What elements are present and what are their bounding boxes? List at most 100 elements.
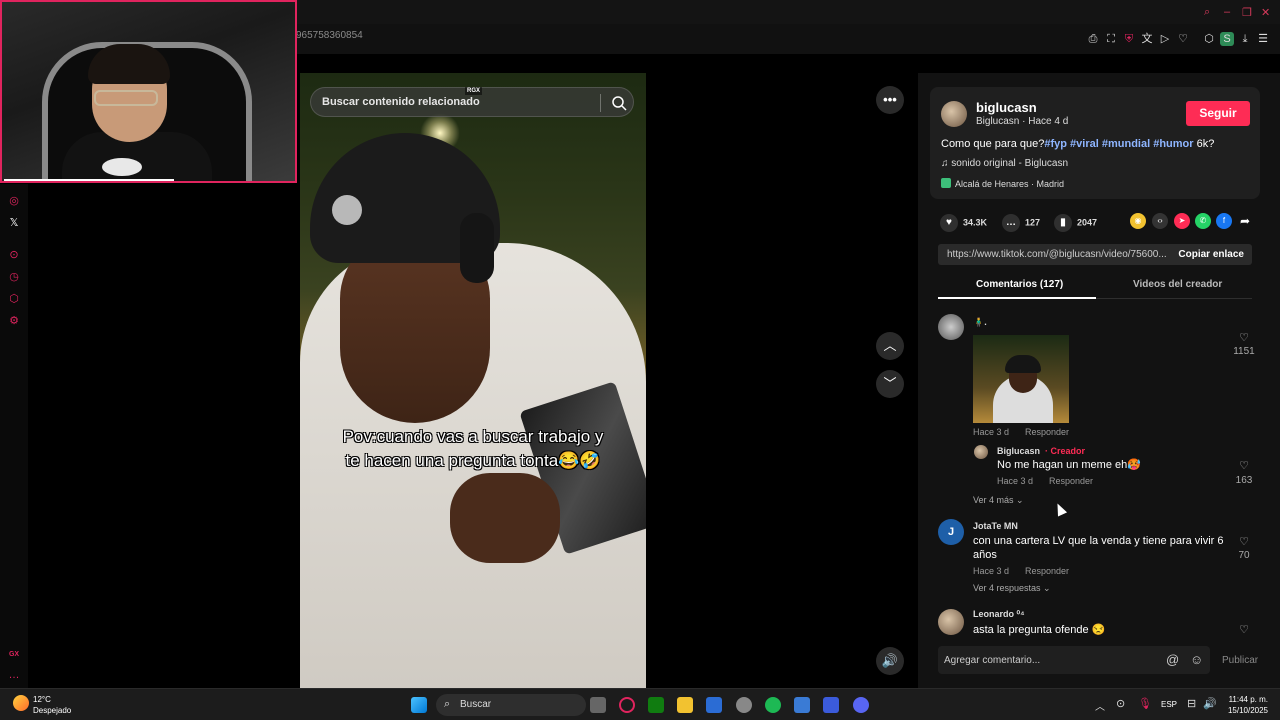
coin-icon[interactable]: ◉ (1130, 213, 1146, 229)
photos-icon[interactable] (794, 697, 810, 713)
post-description: Como que para que?#fyp #viral #mundial #… (941, 138, 1215, 150)
search-icon[interactable]: ⌕ (1204, 6, 1210, 19)
tray-icon[interactable]: ⊙ (1116, 697, 1125, 710)
gx-label[interactable]: GX (7, 648, 21, 662)
hashtag-link[interactable]: #humor (1153, 138, 1193, 150)
clock[interactable]: 11:44 p. m. 15/10/2025 (1228, 694, 1268, 716)
heart-icon[interactable]: ♡ (1234, 459, 1254, 472)
heart-icon[interactable]: ♡ (1176, 32, 1190, 46)
more-options-icon[interactable]: ••• (876, 86, 904, 114)
mention-icon[interactable]: @ (1166, 652, 1179, 667)
send-icon[interactable]: ➤ (1174, 213, 1190, 229)
search-icon[interactable] (610, 94, 628, 112)
comment-input[interactable]: Agregar comentario... @ ☺ (938, 646, 1210, 674)
tray-arrow-icon[interactable]: ︿ (1095, 698, 1105, 713)
heart-icon[interactable]: ♡ (1234, 331, 1254, 344)
avatar[interactable] (974, 445, 988, 459)
profile-icon[interactable]: S (1220, 32, 1234, 46)
heart-icon[interactable]: ♡ (1234, 623, 1254, 636)
snapshot-icon[interactable]: ⛶ (1104, 32, 1118, 46)
shield-icon[interactable]: ⛨ (1122, 32, 1136, 46)
details-panel: biglucasn Biglucasn · Hace 4 d Seguir Co… (918, 73, 1280, 688)
username[interactable]: biglucasn (976, 100, 1037, 115)
avatar[interactable] (938, 314, 964, 340)
discord-icon[interactable] (853, 697, 869, 713)
avatar[interactable]: J (938, 519, 964, 545)
heart-icon[interactable]: ♡ (1234, 535, 1254, 548)
view-more-replies[interactable]: Ver 4 respuestas ⌄ (973, 583, 1051, 594)
volume-icon[interactable]: 🔊 (1203, 697, 1217, 710)
weather-icon[interactable] (13, 695, 29, 711)
facebook-icon[interactable]: f (1216, 213, 1232, 229)
close-icon[interactable]: ✕ (1261, 6, 1270, 19)
comment-author[interactable]: Leonardo ⁰⁴ (973, 609, 1025, 620)
app-icon[interactable] (736, 697, 752, 713)
instagram-icon[interactable]: ◎ (7, 194, 21, 208)
publish-button[interactable]: Publicar (1222, 655, 1258, 666)
weather-widget[interactable]: 12°C Despejado (33, 694, 71, 716)
menu-icon[interactable]: ☰ (1256, 32, 1270, 46)
reply-button[interactable]: Responder (1025, 566, 1069, 576)
bookmark-icon[interactable]: ⎙ (1086, 32, 1100, 46)
extensions-side-icon[interactable]: ⬡ (7, 292, 21, 306)
comment-author[interactable]: JotaTe MN (973, 521, 1018, 531)
share-icon[interactable]: ➦ (1237, 213, 1253, 229)
comment-image[interactable] (973, 335, 1069, 423)
comment-stat[interactable]: … 127 (1002, 214, 1040, 232)
reply-button[interactable]: Responder (1025, 427, 1069, 437)
download-icon[interactable]: ⤓ (1238, 32, 1252, 46)
location-link[interactable]: Alcalá de Henares · Madrid (941, 178, 1064, 189)
network-icon[interactable]: ⊟ (1187, 697, 1196, 710)
hashtag-link[interactable]: #mundial (1102, 138, 1150, 150)
extensions-icon[interactable]: ⬡ (1202, 32, 1216, 46)
view-more-replies[interactable]: Ver 4 más ⌄ (973, 495, 1024, 506)
store-icon[interactable] (706, 697, 722, 713)
save-stat[interactable]: ▮ 2047 (1054, 214, 1097, 232)
x-icon[interactable]: 𝕏 (7, 216, 21, 230)
taskbar-search[interactable]: ⌕ Buscar (436, 694, 586, 716)
maximize-icon[interactable]: ❐ (1242, 6, 1252, 19)
language-indicator[interactable]: ESP (1161, 700, 1177, 709)
hashtag-link[interactable]: #viral (1070, 138, 1099, 150)
app-icon[interactable] (823, 697, 839, 713)
start-icon[interactable] (411, 697, 427, 713)
emoji-icon[interactable]: ☺ (1190, 652, 1203, 667)
video-link[interactable]: https://www.tiktok.com/@biglucasn/video/… (947, 249, 1167, 260)
avatar[interactable] (938, 609, 964, 635)
settings-icon[interactable]: ⚙ (7, 314, 21, 328)
avatar[interactable] (941, 101, 967, 127)
reply-button[interactable]: Responder (1049, 476, 1093, 486)
tab-comments[interactable]: Comentarios (127) (976, 279, 1063, 290)
embed-icon[interactable]: ‹› (1152, 213, 1168, 229)
follow-button[interactable]: Seguir (1186, 101, 1250, 126)
whatsapp-icon[interactable]: ✆ (1195, 213, 1211, 229)
opera-gx-icon[interactable] (619, 697, 635, 713)
more-icon[interactable]: … (7, 668, 21, 682)
mic-icon[interactable]: 🎙 (1138, 697, 1152, 710)
like-count: 1151 (1233, 346, 1255, 357)
address-fragment[interactable]: 965758360854 (296, 30, 363, 41)
file-explorer-icon[interactable] (677, 697, 693, 713)
xbox-icon[interactable] (648, 697, 664, 713)
comment-time: Hace 3 d (973, 566, 1010, 576)
tab-creator-videos[interactable]: Videos del creador (1133, 279, 1222, 290)
hashtag-link[interactable]: #fyp (1044, 138, 1067, 150)
comment-author[interactable]: 🧍‍♂️. (973, 317, 987, 328)
video-player[interactable]: Buscar contenido relacionado RGX Pov:cua… (300, 73, 646, 688)
translate-icon[interactable]: 文 (1140, 32, 1154, 46)
task-view-icon[interactable] (590, 697, 606, 713)
volume-icon[interactable]: 🔊 (876, 647, 904, 675)
music-link[interactable]: ♫ sonido original - Biglucasn (941, 158, 1068, 169)
reply-author[interactable]: Biglucasn (997, 446, 1040, 456)
music-icon: ♫ (941, 158, 952, 169)
next-video-icon[interactable]: ﹀ (876, 370, 904, 398)
previous-video-icon[interactable]: ︿ (876, 332, 904, 360)
minimize-icon[interactable]: – (1224, 6, 1230, 18)
history-icon[interactable]: ◷ (7, 270, 21, 284)
spotify-icon[interactable] (765, 697, 781, 713)
like-stat[interactable]: ♥ 34.3K (940, 214, 987, 232)
creator-badge: · Creador (1045, 446, 1086, 456)
player-icon[interactable]: ⊙ (7, 248, 21, 262)
copy-link-button[interactable]: Copiar enlace (1178, 249, 1244, 260)
play-icon[interactable]: ▷ (1158, 32, 1172, 46)
